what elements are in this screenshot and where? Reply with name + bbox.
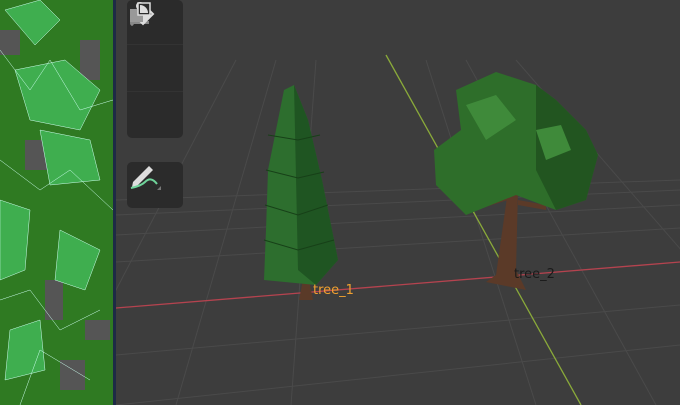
- uv-texture-view: [0, 0, 113, 405]
- object-label-tree-1: tree_1: [313, 283, 354, 298]
- blender-window: tree_1 tree_2: [0, 0, 680, 405]
- tool-fill[interactable]: [127, 2, 183, 92]
- uv-editor-panel[interactable]: [0, 0, 113, 405]
- tool-mask[interactable]: [127, 2, 183, 138]
- tool-annotate[interactable]: [127, 162, 183, 208]
- mask-icon: [130, 2, 151, 22]
- tree-2-model[interactable]: [434, 72, 598, 290]
- viewport-scene: [116, 54, 680, 405]
- tool-group-paint: [127, 0, 183, 138]
- 3d-viewport[interactable]: tree_1 tree_2: [116, 0, 680, 405]
- object-label-tree-2: tree_2: [514, 267, 555, 282]
- pencil-icon: [130, 166, 161, 190]
- tool-group-annotate: [127, 162, 183, 208]
- x-axis-line: [116, 261, 680, 309]
